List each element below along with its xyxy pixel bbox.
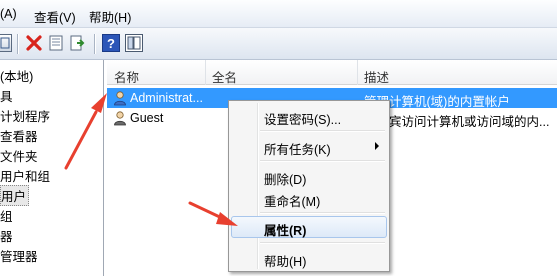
tree-item-root[interactable]: (本地)	[0, 66, 33, 85]
menu-separator	[260, 130, 385, 132]
menu-item-all-tasks[interactable]: 所有任务(K)	[231, 135, 387, 157]
cell-name: Administrat...	[130, 91, 203, 105]
menu-separator	[260, 160, 385, 162]
menu-item-set-password[interactable]: 设置密码(S)...	[231, 105, 387, 127]
export-icon[interactable]	[69, 34, 87, 52]
properties-icon[interactable]	[47, 34, 65, 52]
svg-text:?: ?	[107, 36, 115, 51]
toolbar-separator	[17, 34, 19, 54]
console-tree[interactable]: (本地) 具 计划程序 查看器 文件夹 用户和组 用户 组 器 管理器	[0, 60, 104, 276]
menu-item-label: 设置密码(S)...	[264, 113, 342, 127]
menubar: (A) 查看(V) 帮助(H)	[0, 0, 557, 28]
column-header-description[interactable]: 描述	[364, 67, 389, 86]
menu-help[interactable]: 帮助(H)	[89, 7, 131, 26]
column-header-fullname[interactable]: 全名	[212, 67, 237, 86]
show-hide-pane-icon[interactable]	[125, 34, 143, 52]
menu-item-label: 所有任务(K)	[264, 143, 331, 157]
column-divider[interactable]	[205, 60, 206, 85]
menu-item-label: 删除(D)	[264, 173, 307, 187]
delete-icon[interactable]	[25, 34, 43, 52]
tree-item-users[interactable]: 用户	[0, 185, 30, 206]
menu-item-label: 帮助(H)	[264, 255, 307, 269]
toolbar: ?	[0, 28, 557, 60]
menu-separator	[260, 242, 385, 244]
tree-item-shared-folders[interactable]: 文件夹	[0, 146, 38, 165]
toolbar-separator	[94, 34, 96, 54]
user-icon	[114, 111, 126, 126]
list-header: 名称 全名 描述	[107, 60, 557, 85]
tree-item-tools[interactable]: 具	[0, 86, 13, 105]
menu-separator	[260, 212, 385, 214]
column-divider[interactable]	[357, 60, 358, 85]
cell-name: Guest	[130, 111, 164, 125]
tree-item-disk-manager[interactable]: 管理器	[0, 246, 38, 265]
tree-item-users-and-groups[interactable]: 用户和组	[0, 166, 50, 185]
menu-item-rename[interactable]: 重命名(M)	[231, 187, 387, 209]
tree-item-groups[interactable]: 组	[0, 206, 13, 225]
menu-item-label: 重命名(M)	[264, 195, 321, 209]
menu-item-label: 属性(R)	[264, 224, 307, 238]
user-icon	[114, 91, 126, 106]
menu-view[interactable]: 查看(V)	[34, 7, 76, 26]
menu-item-help[interactable]: 帮助(H)	[231, 247, 387, 269]
back-icon[interactable]	[0, 34, 12, 52]
tree-item-event-viewer[interactable]: 查看器	[0, 126, 38, 145]
column-header-name[interactable]: 名称	[114, 67, 139, 86]
menu-item-properties[interactable]: 属性(R)	[231, 216, 387, 238]
help-icon[interactable]: ?	[102, 34, 120, 52]
tree-item-device-manager[interactable]: 器	[0, 226, 13, 245]
cell-description: 供来宾访问计算机或访问域的内...	[364, 115, 550, 129]
submenu-arrow-icon	[375, 142, 379, 150]
context-menu: 设置密码(S)... 所有任务(K) 删除(D) 重命名(M) 属性(R) 帮助…	[228, 100, 390, 272]
menu-item-delete[interactable]: 删除(D)	[231, 165, 387, 187]
tree-item-task-scheduler[interactable]: 计划程序	[0, 106, 50, 125]
menu-action[interactable]: (A)	[0, 7, 17, 21]
